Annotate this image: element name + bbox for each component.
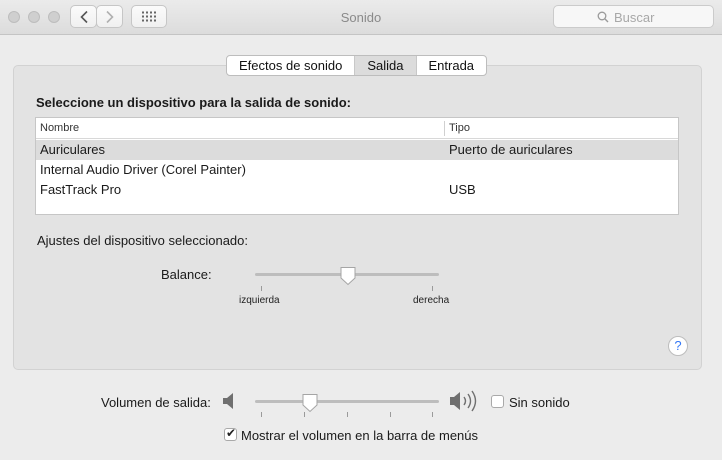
show-volume-menubar-label[interactable]: Mostrar el volumen en la barra de menús [241, 428, 478, 443]
search-icon [597, 11, 609, 23]
volume-tick [261, 412, 262, 417]
volume-track[interactable] [255, 400, 439, 403]
tab-sound-effects[interactable]: Efectos de sonido [227, 56, 354, 75]
table-row[interactable]: Auriculares Puerto de auriculares [36, 140, 678, 160]
balance-knob[interactable] [339, 266, 357, 286]
device-type: Puerto de auriculares [449, 142, 573, 157]
device-name: Auriculares [40, 142, 106, 157]
search-field[interactable]: Buscar [553, 5, 714, 28]
output-heading: Seleccione un dispositivo para la salida… [36, 95, 351, 110]
device-type: USB [449, 182, 476, 197]
search-placeholder: Buscar [614, 10, 655, 25]
table-row[interactable]: FastTrack Pro USB [36, 180, 678, 200]
balance-left-label: izquierda [239, 295, 280, 306]
tab-bar: Efectos de sonido Salida Entrada [226, 55, 488, 76]
speaker-low-icon [223, 393, 233, 409]
checkmark-icon: ✔ [226, 426, 237, 440]
help-button[interactable]: ? [668, 336, 688, 356]
show-volume-menubar-checkbox[interactable]: ✔ [224, 426, 237, 441]
tab-output[interactable]: Salida [354, 56, 416, 75]
balance-tick [432, 286, 433, 291]
balance-right-label: derecha [413, 295, 450, 306]
column-divider [444, 121, 445, 136]
title-bar: Sonido Buscar [0, 0, 722, 35]
device-name: FastTrack Pro [40, 182, 122, 197]
mute-label[interactable]: Sin sonido [509, 395, 570, 410]
column-header-name[interactable]: Nombre [40, 122, 79, 134]
volume-knob[interactable] [301, 393, 319, 413]
output-volume-label: Volumen de salida: [101, 395, 211, 410]
output-panel [13, 65, 702, 370]
mute-checkbox[interactable] [491, 395, 504, 408]
balance-tick [261, 286, 262, 291]
tab-input[interactable]: Entrada [415, 56, 487, 75]
table-row[interactable]: Internal Audio Driver (Corel Painter) [36, 160, 678, 180]
balance-label: Balance: [161, 267, 212, 282]
device-settings-label: Ajustes del dispositivo seleccionado: [37, 233, 249, 248]
volume-tick [432, 412, 433, 417]
volume-tick [347, 412, 348, 417]
device-table[interactable]: Nombre Tipo Auriculares Puerto de auricu… [35, 117, 679, 215]
volume-tick [390, 412, 391, 417]
device-name: Internal Audio Driver (Corel Painter) [40, 162, 246, 177]
speaker-high-icon [450, 390, 477, 412]
table-header: Nombre Tipo [36, 118, 678, 139]
column-header-type[interactable]: Tipo [449, 122, 470, 134]
